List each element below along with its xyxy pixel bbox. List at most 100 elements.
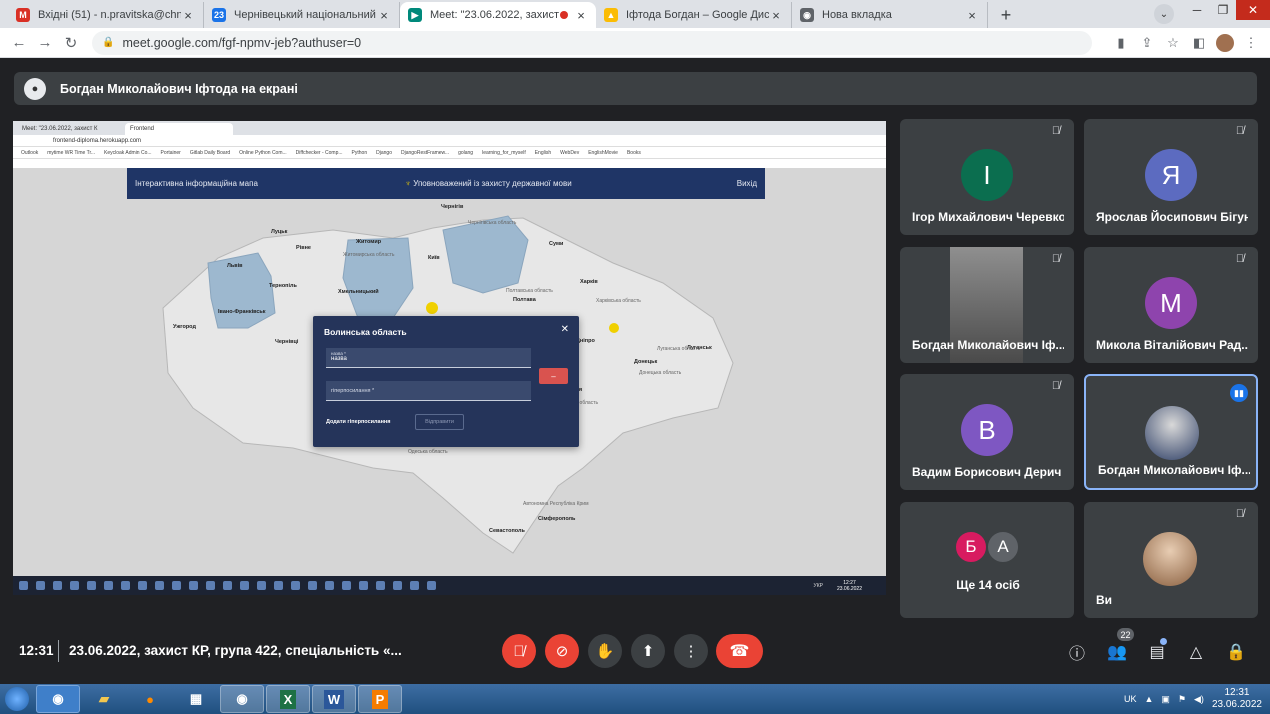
- map-region-label: Чернігівська область: [468, 220, 517, 226]
- taskbar-pdf[interactable]: P: [358, 685, 402, 713]
- start-button[interactable]: [0, 684, 34, 714]
- taskbar-excel[interactable]: X: [266, 685, 310, 713]
- folder-icon: ▰: [99, 691, 109, 706]
- sidebar-icon[interactable]: ◧: [1186, 35, 1212, 51]
- presenter-label: Богдан Миколайович Іфтода на екрані: [60, 81, 298, 96]
- meeting-info-icon[interactable]: ⓘ: [1066, 641, 1088, 663]
- meeting-title[interactable]: 23.06.2022, захист КР, група 422, спеціа…: [69, 643, 402, 658]
- map-city-label[interactable]: Чернівці: [275, 339, 298, 345]
- map-city-label[interactable]: Рівне: [296, 245, 311, 251]
- back-icon[interactable]: ←: [6, 34, 32, 51]
- participant-tile[interactable]: Ви 🎙̸: [1084, 502, 1258, 618]
- participant-tile[interactable]: І Ігор Михайлович Черевко 🎙̸: [900, 119, 1074, 235]
- browser-tab-4[interactable]: ◉ Нова вкладка ×: [792, 2, 988, 28]
- address-bar[interactable]: 🔒 meet.google.com/fgf-npmv-jeb?authuser=…: [92, 30, 1092, 55]
- close-tab-icon[interactable]: ×: [965, 8, 979, 23]
- flag-icon[interactable]: ⚑: [1178, 694, 1186, 705]
- shared-clock: 12:27 23.06.2022: [836, 579, 862, 592]
- map-city-label[interactable]: Луцьк: [271, 229, 287, 235]
- leave-call-button[interactable]: ☎: [716, 634, 763, 668]
- host-controls-icon[interactable]: 🔒: [1225, 641, 1247, 663]
- send-button[interactable]: Відправити: [415, 414, 464, 430]
- mic-off-button[interactable]: 🎙̸: [502, 634, 536, 668]
- minimize-icon[interactable]: ─: [1184, 0, 1210, 20]
- tab-title: Чернівецький національний ун: [234, 9, 377, 21]
- camera-icon[interactable]: ▮: [1108, 35, 1134, 51]
- taskbar-word[interactable]: W: [312, 685, 356, 713]
- browser-tab-1[interactable]: 23 Чернівецький національний ун ×: [204, 2, 400, 28]
- map-city-label[interactable]: Житомир: [356, 239, 381, 245]
- browser-tab-0[interactable]: M Вхідні (51) - n.pravitska@chnu.ec×: [8, 2, 204, 28]
- taskbar-explorer[interactable]: ▰: [82, 685, 126, 713]
- name-field[interactable]: назва * назва: [326, 348, 531, 368]
- map-city-label[interactable]: Київ: [428, 255, 440, 261]
- participant-name: Богдан Миколайович Іф...: [912, 338, 1064, 352]
- language-indicator[interactable]: UK: [1124, 694, 1137, 704]
- raise-hand-button[interactable]: ✋: [588, 634, 622, 668]
- taskbar-chrome[interactable]: ◉: [36, 685, 80, 713]
- profile-avatar[interactable]: [1216, 33, 1234, 52]
- participant-tile[interactable]: М Микола Віталійович Рад... 🎙̸: [1084, 247, 1258, 363]
- browser-tab-3[interactable]: ▲ Іфтода Богдан – Google Диск ×: [596, 2, 792, 28]
- add-link-button[interactable]: Додати гіперпосилання: [326, 419, 390, 425]
- close-icon[interactable]: ✕: [561, 324, 569, 335]
- activities-icon[interactable]: △: [1185, 641, 1207, 663]
- restore-icon[interactable]: ❐: [1210, 0, 1236, 20]
- map-city-label[interactable]: Ужгород: [173, 324, 196, 330]
- link-field[interactable]: гіперпосилання *: [326, 381, 531, 401]
- share-icon[interactable]: ⇪: [1134, 35, 1160, 51]
- browser-tab-bar: MВхідні (51) - n.pravitska@chnu.ec×23Чер…: [0, 0, 1270, 28]
- people-icon[interactable]: 👥: [1106, 641, 1128, 663]
- camera-off-button[interactable]: ⊘: [545, 634, 579, 668]
- close-tab-icon[interactable]: ×: [377, 8, 391, 23]
- system-tray: UK ▲ ▣ ⚑ ◀) 12:31 23.06.2022: [1124, 687, 1270, 711]
- map-city-label[interactable]: Харків: [580, 279, 598, 285]
- map-city-label[interactable]: Сімферополь: [538, 516, 575, 522]
- taskbar-chrome-2[interactable]: ◉: [220, 685, 264, 713]
- close-window-icon[interactable]: ✕: [1236, 0, 1270, 20]
- forward-icon[interactable]: →: [32, 34, 58, 51]
- tab-search-icon[interactable]: ⌄: [1154, 4, 1174, 24]
- participant-tile[interactable]: Я Ярослав Йосипович Бігун 🎙̸: [1084, 119, 1258, 235]
- shared-address-bar: frontend-diploma.herokuapp.com: [13, 135, 886, 147]
- region-modal: Волинська область ✕ назва * назва – гіпе…: [313, 316, 579, 447]
- map-city-label[interactable]: Івано-Франківськ: [218, 309, 266, 315]
- map-city-label[interactable]: Донецьк: [634, 359, 657, 365]
- bookmark-item: Python: [351, 149, 368, 156]
- network-icon[interactable]: ▣: [1161, 694, 1170, 705]
- map-city-label[interactable]: Полтава: [513, 297, 536, 303]
- taskbar-firefox[interactable]: ●: [128, 685, 172, 713]
- map-city-label[interactable]: Хмельницький: [338, 289, 379, 295]
- map-region-label: Одеська область: [408, 449, 448, 455]
- participant-tile[interactable]: Б А Ще 14 осіб: [900, 502, 1074, 618]
- participant-tile[interactable]: Богдан Миколайович Іф... ▮▮: [1084, 374, 1258, 490]
- browser-tab-2[interactable]: ▶ Meet: "23.06.2022, захист КР ×: [400, 2, 596, 28]
- new-tab-button[interactable]: +: [994, 3, 1018, 27]
- map-city-label[interactable]: Чернігів: [441, 204, 463, 210]
- map-city-label[interactable]: Тернопіль: [269, 283, 297, 289]
- close-tab-icon[interactable]: ×: [181, 8, 195, 23]
- map-region-label: Харківська область: [596, 298, 641, 304]
- reload-icon[interactable]: ↻: [58, 34, 84, 52]
- chrome-icon: ◉: [236, 691, 248, 706]
- participant-tile[interactable]: В Вадим Борисович Дерич 🎙̸: [900, 374, 1074, 490]
- close-tab-icon[interactable]: ×: [769, 8, 783, 23]
- map-city-label[interactable]: Львів: [227, 263, 243, 269]
- mic-muted-icon: 🎙̸: [1235, 125, 1245, 137]
- close-tab-icon[interactable]: ×: [574, 8, 588, 23]
- present-button[interactable]: ⬆: [631, 634, 665, 668]
- map-city-label[interactable]: Севастополь: [489, 528, 525, 534]
- map-city-label[interactable]: Суми: [549, 241, 563, 247]
- menu-icon[interactable]: ⋮: [1238, 35, 1264, 51]
- divider: [58, 640, 59, 662]
- participant-tile[interactable]: Богдан Миколайович Іф... 🎙̸: [900, 247, 1074, 363]
- taskbar-clock[interactable]: 12:31 23.06.2022: [1212, 687, 1262, 711]
- bookmark-star-icon[interactable]: ☆: [1160, 35, 1186, 51]
- app-header-title: Інтерактивна інформаційна мапа: [135, 179, 258, 188]
- volume-icon[interactable]: ◀): [1194, 694, 1204, 705]
- delete-field-button[interactable]: –: [539, 368, 568, 384]
- taskbar-calculator[interactable]: ▦: [174, 685, 218, 713]
- app-logout-link[interactable]: Вихід: [737, 179, 757, 188]
- more-options-button[interactable]: ⋮: [674, 634, 708, 668]
- tray-expand-icon[interactable]: ▲: [1145, 694, 1154, 704]
